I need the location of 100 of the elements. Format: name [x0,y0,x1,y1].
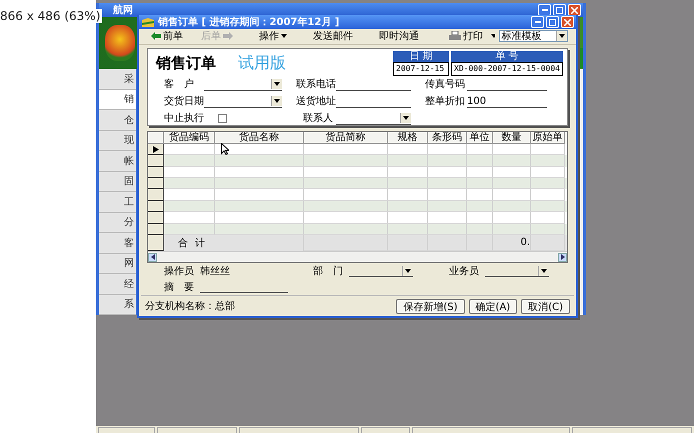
caret-icon [405,268,411,272]
dropdown-field[interactable] [485,265,549,277]
dropdown-button[interactable] [271,79,282,90]
toolbar-button[interactable]: 前单 [147,29,187,44]
row-header[interactable] [148,224,164,235]
field-label: 交货日期 [164,94,204,108]
operator-name: 韩丝丝 [200,264,231,278]
image-size-text: 866 x 486 (63%) [0,9,102,23]
field-label: 摘 要 [164,280,195,294]
sidebar-item[interactable]: 帐 [99,151,136,172]
column-header[interactable]: 单位 [467,132,493,144]
maximize-button[interactable] [553,4,566,16]
caret-icon [281,34,287,38]
order-number-field[interactable]: XD-000-2007-12-15-0004 [451,62,563,76]
corner-cell [148,132,164,144]
status-bar-segment [360,427,410,433]
dropdown-button[interactable] [538,266,549,276]
column-header[interactable]: 条形码 [428,132,467,144]
dropdown-button[interactable] [402,266,413,276]
row-pointer-icon [152,146,158,153]
right-arrow-icon [223,32,233,40]
printer-icon [449,31,461,42]
field-label: 整单折扣 [425,94,466,108]
caret-icon [541,268,547,272]
toolbar-button[interactable]: 发送邮件 [309,29,357,44]
app-icon [142,18,154,27]
caret-icon [274,99,280,104]
column-header[interactable]: 数量 [493,132,531,144]
maximize-button[interactable] [546,16,559,28]
field-label: 传真号码 [425,78,466,91]
window-title: 销售订单 [ 进销存期间：2007年12月 ] [158,16,340,30]
column-header[interactable]: 规格 [388,132,428,144]
sidebar-item[interactable]: 销 [99,90,136,110]
column-header: 日 期 [393,50,449,62]
sidebar-item[interactable]: 系 [99,294,136,315]
left-arrow-icon [151,32,161,40]
dropdown-field[interactable] [336,112,411,125]
row-header[interactable] [148,144,164,156]
print-button[interactable]: 打印 [445,29,487,44]
sidebar-item[interactable]: 仓 [99,110,136,130]
sidebar-item[interactable]: 分 [99,212,136,233]
sidebar-item[interactable]: 工 [99,192,136,212]
horizontal-scrollbar[interactable] [148,251,567,262]
dropdown-field[interactable] [204,78,282,91]
field-label: 中止执行 [164,112,204,125]
close-button[interactable] [568,4,581,16]
toolbar-button[interactable]: 操作 [255,29,291,44]
caret-icon [491,34,495,38]
row-header[interactable] [148,166,164,178]
flower-logo-icon [105,25,135,61]
minimize-button[interactable] [531,16,544,28]
column-header[interactable]: 货品编码 [164,132,215,144]
dialog-button[interactable]: 确定(A) [468,298,518,314]
column-header[interactable]: 货品名称 [215,132,304,144]
edition-label: 试用版 [238,53,286,74]
sidebar-item[interactable]: 采 [99,69,136,90]
field-label: 联系电话 [296,78,336,91]
window-title: 航网 [113,3,133,17]
date-field[interactable]: 2007-12-15 [393,62,449,76]
scroll-right-button[interactable] [558,252,567,262]
sidebar-item[interactable]: 经 [99,274,136,294]
row-header[interactable] [148,200,164,212]
text-field[interactable]: 100 [467,96,547,108]
close-icon [571,6,578,14]
row-header[interactable] [148,189,164,201]
branch-name-text: 分支机构名称：总部 [145,300,236,313]
sidebar-item[interactable]: 网 [99,254,136,274]
sidebar-item[interactable]: 固 [99,172,136,192]
dialog-button[interactable]: 取消(C) [521,298,570,314]
dropdown-field[interactable] [349,265,413,277]
minimize-icon [542,9,548,11]
row-header[interactable] [148,178,164,190]
row-header[interactable] [148,155,164,167]
dropdown-button[interactable] [400,113,411,124]
field-label: 操作员 [164,265,195,278]
caret-icon [403,116,409,120]
status-bar-segment [98,427,155,433]
dropdown-button[interactable] [556,31,567,42]
toolbar-button[interactable]: 即时沟通 [375,29,423,44]
template-select[interactable]: 标准模板 [498,30,568,42]
caret-icon [274,82,280,86]
sidebar-item[interactable]: 现 [99,130,136,151]
field-label: 客 户 [164,78,195,91]
minimize-button[interactable] [538,4,551,16]
sidebar-item[interactable]: 客 [99,233,136,254]
row-header[interactable] [148,212,164,224]
dialog-button[interactable]: 保存新增(S) [396,298,465,314]
dropdown-field[interactable] [204,96,282,108]
checkbox[interactable] [218,114,227,123]
dropdown-button[interactable] [271,96,282,106]
scroll-left-button[interactable] [148,252,157,262]
close-button[interactable] [561,16,574,28]
field-label: 送货地址 [296,94,336,108]
close-icon [564,18,571,26]
column-header[interactable]: 原始单 [531,132,565,144]
column-header[interactable]: 货品简称 [304,132,388,144]
caret-icon [559,34,565,38]
form-title: 销售订单 [156,54,216,74]
field-label: 业务员 [449,264,480,278]
field-label: 联系人 [302,112,334,125]
